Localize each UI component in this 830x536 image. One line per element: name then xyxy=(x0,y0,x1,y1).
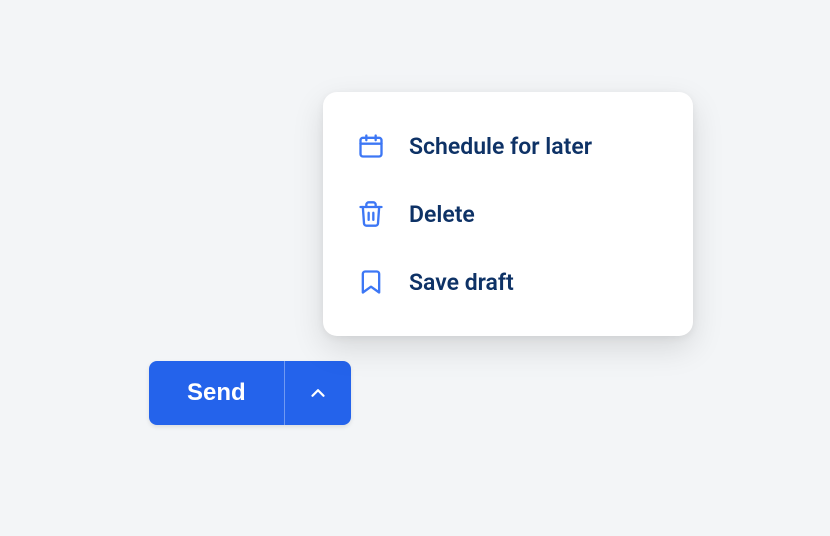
split-button: Send xyxy=(149,361,351,425)
send-button-label: Send xyxy=(187,379,246,407)
menu-item-label: Save draft xyxy=(409,269,514,296)
dropdown-menu: Schedule for later Delete Save draft xyxy=(323,92,693,336)
menu-item-save-draft[interactable]: Save draft xyxy=(323,248,693,316)
chevron-up-icon xyxy=(307,382,329,404)
trash-icon xyxy=(357,200,385,228)
bookmark-icon xyxy=(357,268,385,296)
calendar-icon xyxy=(357,132,385,160)
menu-item-label: Delete xyxy=(409,201,475,228)
menu-item-delete[interactable]: Delete xyxy=(323,180,693,248)
menu-item-label: Schedule for later xyxy=(409,133,592,160)
menu-item-schedule[interactable]: Schedule for later xyxy=(323,112,693,180)
send-button[interactable]: Send xyxy=(149,361,284,425)
dropdown-toggle-button[interactable] xyxy=(284,361,351,425)
